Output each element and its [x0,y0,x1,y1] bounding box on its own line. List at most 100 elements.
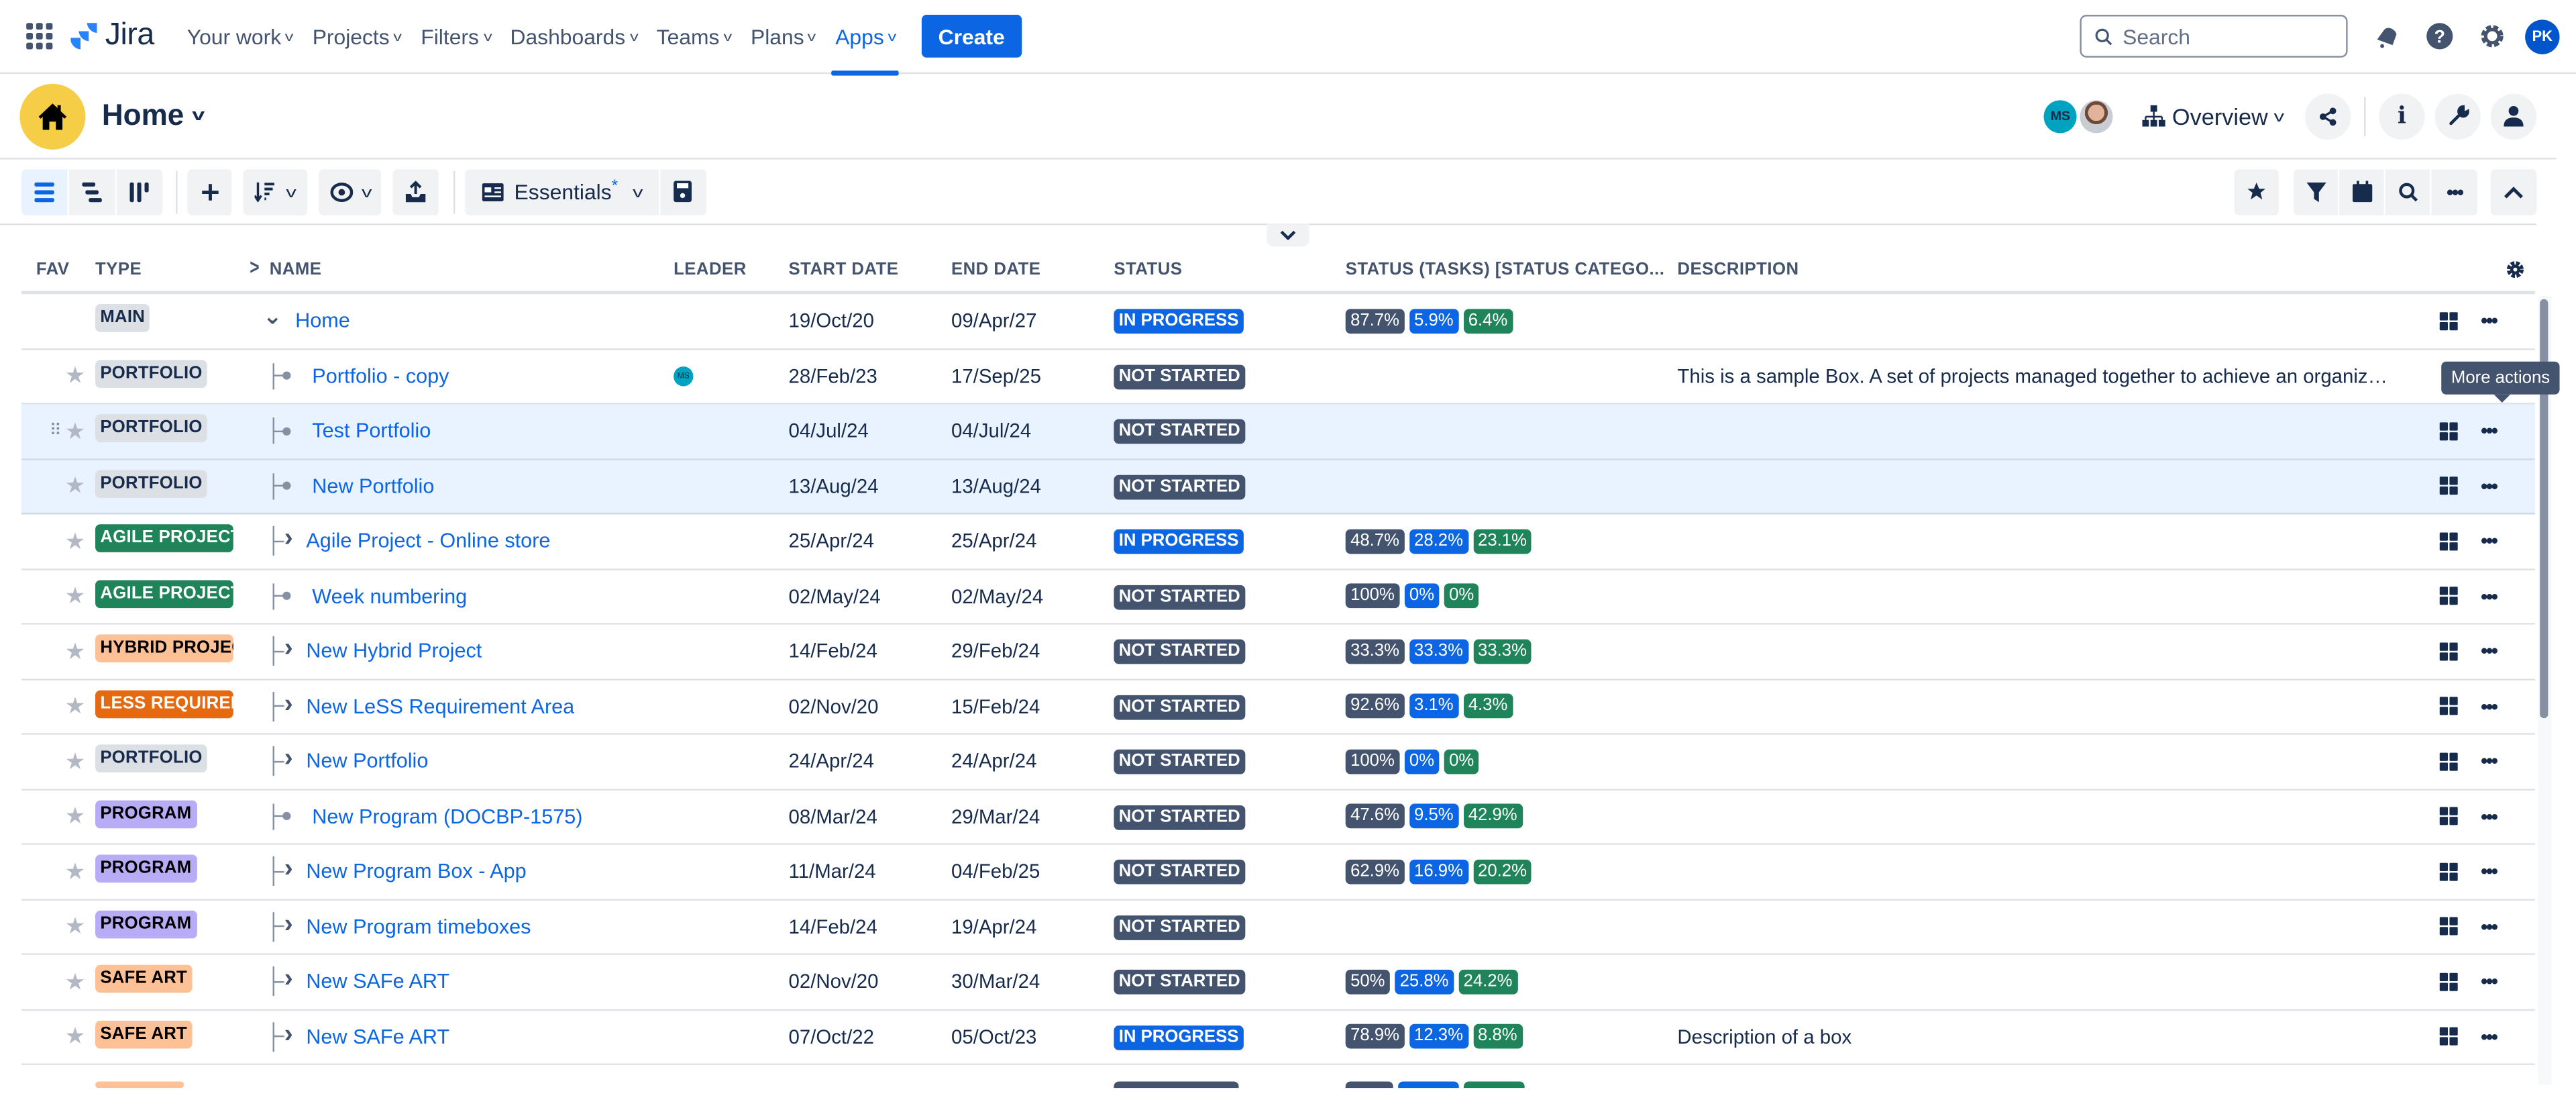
filter-button[interactable] [2293,168,2340,215]
column-header-name[interactable]: > NAME [250,257,652,281]
item-name-link[interactable]: New SAFe ART [306,970,449,993]
open-board-icon[interactable] [2439,1027,2458,1046]
page-title[interactable]: Home v [102,99,205,133]
chevron-right-icon[interactable]: › [284,910,293,940]
more-actions-icon[interactable]: ••• [2481,585,2498,607]
chevron-right-icon[interactable]: › [284,635,293,664]
favorite-star-icon[interactable]: ★ [65,583,86,611]
item-name-link[interactable]: Portfolio - copy [312,364,449,387]
item-name-link[interactable]: New Program timeboxes [306,915,531,938]
calendar-button[interactable] [2339,168,2385,215]
open-board-icon[interactable] [2439,972,2458,991]
table-row[interactable]: ★ SAFE ART › New SAFe ART 02/Nov/20 30/Mar/24… [21,955,2535,1010]
favorite-star-icon[interactable]: ★ [65,693,86,721]
open-board-icon[interactable] [2439,532,2458,550]
table-row[interactable]: ★ AGILE PROJECT › Agile Project - Online st… [21,515,2535,570]
favorite-star-icon[interactable]: ★ [65,362,86,390]
open-board-icon[interactable] [2439,697,2458,715]
favorite-star-icon[interactable]: ★ [65,858,86,886]
open-board-icon[interactable] [2439,917,2458,936]
item-name-link[interactable]: Week numbering [312,585,467,607]
nav-item-apps[interactable]: Apps v [826,0,906,75]
expand-all-icon[interactable]: > [250,257,260,281]
table-row[interactable]: ⠿ ★ PORTFOLIO Test Portfolio 04/Jul/24 04/Jul… [21,404,2535,460]
favorite-star-icon[interactable]: ★ [65,527,86,556]
favorites-filter-button[interactable] [2234,168,2281,215]
visibility-button[interactable]: v [317,168,383,215]
column-header-type[interactable]: TYPE [95,259,271,279]
favorite-star-icon[interactable]: ★ [65,748,86,776]
more-actions-icon[interactable]: ••• [2481,530,2498,552]
column-header-description[interactable]: DESCRIPTION [1677,259,2439,279]
item-name-link[interactable]: New LeSS Requirement Area [306,695,574,717]
table-row[interactable]: ★ PORTFOLIO New Portfolio 13/Aug/24 13/Aug/2… [21,459,2535,515]
column-header-status-tasks[interactable]: STATUS (TASKS) [STATUS CATEGO... [1346,259,1678,279]
viewer-avatar-photo[interactable] [2080,99,2113,133]
more-actions-icon[interactable]: ••• [2481,915,2498,938]
chevron-right-icon[interactable]: › [284,745,293,774]
nav-item-teams[interactable]: Teams v [647,0,741,73]
column-header-end-date[interactable]: END DATE [951,259,1114,279]
nav-item-dashboards[interactable]: Dashboards v [500,0,647,73]
item-name-link[interactable]: New Program Box - App [306,860,526,883]
nav-item-projects[interactable]: Projects v [303,0,411,73]
open-board-icon[interactable] [2439,862,2458,881]
expand-panel-button[interactable] [1267,223,1309,247]
more-actions-icon[interactable]: ••• [2481,474,2498,497]
settings-button[interactable] [2466,10,2518,62]
open-board-icon[interactable] [2439,587,2458,605]
info-button[interactable]: i [2379,93,2425,139]
more-actions-icon[interactable]: ••• [2481,640,2498,662]
table-row[interactable]: ★ PORTFOLIO › New Portfolio 24/Apr/24 24/Apr/… [21,735,2535,790]
item-name-link[interactable]: New SAFe ART [306,1025,449,1048]
chevron-right-icon[interactable]: › [284,965,293,995]
view-selector[interactable]: Overview v [2142,103,2284,129]
item-name-link[interactable]: New Program (DOCBP-1575) [312,805,582,827]
column-header-leader[interactable]: LEADER [674,259,788,279]
app-switcher-icon[interactable] [23,19,56,52]
more-actions-icon[interactable]: ••• [2481,419,2498,442]
chevron-right-icon[interactable]: › [284,525,293,554]
table-row[interactable]: ★ AGILE PROJECT Week numbering 02/May/24 02/… [21,570,2535,625]
open-board-icon[interactable] [2439,476,2458,495]
column-header-fav[interactable]: FAV [21,259,95,279]
nav-item-your-work[interactable]: Your work v [177,0,303,73]
chevron-right-icon[interactable]: › [284,690,293,719]
table-row[interactable]: ★ PROGRAM › New Program Box - App 11/Mar/24 0… [21,845,2535,900]
more-actions-icon[interactable]: ••• [2481,1025,2498,1048]
table-scrollbar[interactable] [2538,295,2552,1085]
table-row[interactable]: ★ PROGRAM › New Program timeboxes 14/Feb/24 1… [21,900,2535,955]
item-name-link[interactable]: Agile Project - Online store [306,530,550,552]
open-board-icon[interactable] [2439,807,2458,826]
chevron-right-icon[interactable]: › [284,855,293,885]
open-board-icon[interactable] [2439,421,2458,440]
search-table-button[interactable] [2385,168,2432,215]
more-actions-icon[interactable]: ••• [2481,805,2498,827]
more-actions-icon[interactable]: ••• [2481,695,2498,717]
add-button[interactable] [187,168,233,215]
more-actions-icon[interactable]: ••• [2481,309,2498,332]
drag-handle-icon[interactable]: ⠿ [50,422,62,440]
item-name-link[interactable]: New Portfolio [306,750,428,772]
nav-item-filters[interactable]: Filters v [411,0,500,73]
chevron-right-icon[interactable]: › [284,1020,293,1050]
leader-avatar[interactable]: MS [674,366,694,386]
favorite-star-icon[interactable]: ★ [65,472,86,500]
item-name-link[interactable]: New Portfolio [312,474,434,497]
help-button[interactable]: ? [2414,10,2466,62]
favorite-star-icon[interactable]: ★ [65,913,86,941]
user-avatar[interactable]: PK [2525,19,2560,54]
favorite-star-icon[interactable]: ★ [65,417,86,445]
export-button[interactable] [392,168,441,215]
sort-button[interactable]: v [243,168,309,215]
jira-logo[interactable]: Jira [69,18,154,54]
favorite-star-icon[interactable]: ★ [65,968,86,996]
user-button[interactable] [2490,93,2537,139]
board-view-button[interactable] [116,168,163,215]
table-row[interactable]: ★ SAFE ART › New SAFe ART 07/Oct/22 05/Oct/23… [21,1010,2535,1065]
nav-item-plans[interactable]: Plans v [741,0,825,73]
share-button[interactable] [2304,93,2351,139]
more-actions-icon[interactable]: ••• [2481,750,2498,772]
item-name-link[interactable]: New Hybrid Project [306,640,482,662]
viewer-avatar[interactable]: MS [2043,99,2077,133]
